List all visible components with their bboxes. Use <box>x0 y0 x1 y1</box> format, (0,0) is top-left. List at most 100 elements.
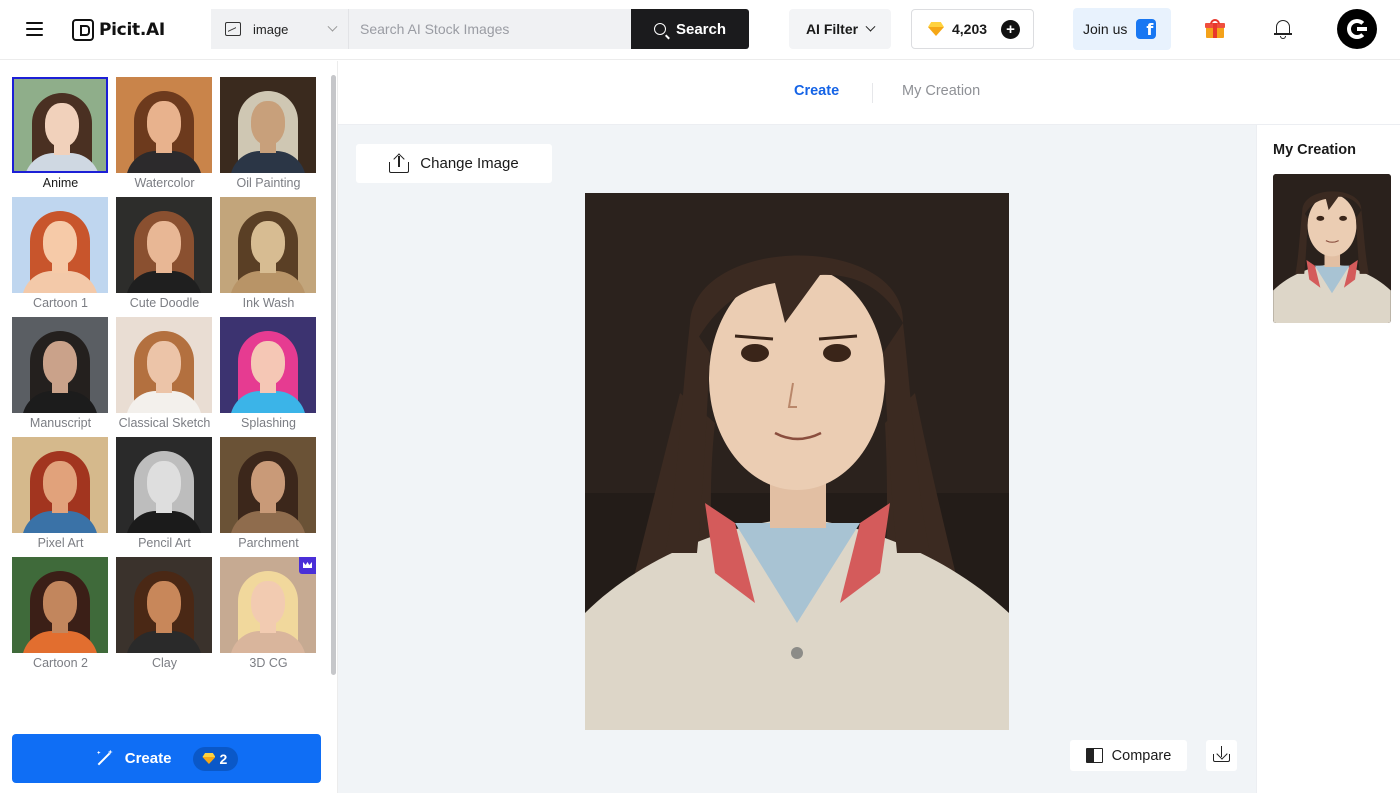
creation-thumbnail-image <box>1273 174 1391 323</box>
style-option-3d-cg[interactable]: 3D CG <box>219 557 316 670</box>
join-us-button[interactable]: Join us f <box>1073 8 1171 50</box>
magic-wand-icon <box>95 749 113 768</box>
change-image-button[interactable]: Change Image <box>356 144 552 183</box>
gem-icon <box>202 753 215 764</box>
style-option-splashing[interactable]: Splashing <box>219 317 316 430</box>
tab-my-creation[interactable]: My Creation <box>902 83 980 99</box>
compare-icon <box>1085 748 1103 763</box>
my-creation-title: My Creation <box>1273 142 1356 158</box>
chevron-down-icon <box>327 21 338 32</box>
style-option-anime[interactable]: Anime <box>11 77 108 190</box>
style-option-pencil-art[interactable]: Pencil Art <box>115 437 212 550</box>
search-input[interactable] <box>349 9 631 49</box>
user-avatar[interactable] <box>1337 9 1377 49</box>
style-label: Cartoon 1 <box>33 296 88 310</box>
search-bar: image Search <box>211 9 749 49</box>
style-option-clay[interactable]: Clay <box>115 557 212 670</box>
style-option-watercolor[interactable]: Watercolor <box>115 77 212 190</box>
premium-crown-icon <box>299 557 316 574</box>
tab-divider <box>872 83 873 103</box>
compare-label: Compare <box>1111 747 1172 764</box>
style-thumbnail <box>116 77 212 173</box>
style-thumbnail <box>12 197 108 293</box>
style-label: Cute Doodle <box>129 296 200 310</box>
style-label: Pencil Art <box>138 536 191 550</box>
style-option-pixel-art[interactable]: Pixel Art <box>11 437 108 550</box>
logo[interactable]: Picit.AI <box>72 16 165 44</box>
sidebar-scrollbar[interactable] <box>331 75 336 675</box>
style-label: Cartoon 2 <box>33 656 88 670</box>
chevron-down-icon <box>865 21 876 32</box>
generated-image <box>585 193 1009 730</box>
download-button[interactable] <box>1206 740 1237 771</box>
join-us-label: Join us <box>1083 21 1128 37</box>
style-label: Oil Painting <box>236 176 301 190</box>
style-sidebar: Anime Watercolor Oil Painting Cartoon 1 Cute… <box>0 61 338 793</box>
style-option-oil-painting[interactable]: Oil Painting <box>219 77 316 190</box>
create-cost-badge: 2 <box>193 746 239 771</box>
credits-value: 4,203 <box>952 21 988 37</box>
style-label: 3D CG <box>249 656 288 670</box>
logo-text: Picit.AI <box>99 20 165 40</box>
gift-icon[interactable] <box>1205 19 1225 38</box>
creation-thumbnail[interactable] <box>1273 174 1391 323</box>
ai-filter-label: AI Filter <box>805 21 859 37</box>
style-option-cute-doodle[interactable]: Cute Doodle <box>115 197 212 310</box>
tab-create[interactable]: Create <box>794 83 839 99</box>
search-icon <box>653 23 666 35</box>
style-thumbnail <box>12 317 108 413</box>
style-label: Pixel Art <box>37 536 84 550</box>
style-thumbnail <box>220 197 316 293</box>
search-type-dropdown[interactable]: image <box>211 9 349 49</box>
style-option-cartoon-1[interactable]: Cartoon 1 <box>11 197 108 310</box>
style-label: Ink Wash <box>242 296 295 310</box>
create-cost-value: 2 <box>219 750 228 767</box>
style-label: Manuscript <box>29 416 92 430</box>
create-button[interactable]: Create 2 <box>12 734 321 783</box>
ai-filter-dropdown[interactable]: AI Filter <box>789 9 891 49</box>
style-option-manuscript[interactable]: Manuscript <box>11 317 108 430</box>
style-label: Splashing <box>241 416 296 430</box>
style-label: Anime <box>42 176 79 190</box>
style-thumbnail <box>220 557 316 653</box>
style-thumbnail <box>220 317 316 413</box>
style-option-cartoon-2[interactable]: Cartoon 2 <box>11 557 108 670</box>
image-icon <box>225 22 241 36</box>
create-button-label: Create <box>124 750 172 767</box>
style-label: Clay <box>151 656 177 670</box>
style-thumbnail <box>116 437 212 533</box>
style-thumbnail <box>116 197 212 293</box>
search-type-value: image <box>253 21 289 37</box>
top-header: Picit.AI image Search AI Filter 4,203 + … <box>0 0 1400 60</box>
upload-icon <box>389 152 410 173</box>
facebook-icon: f <box>1136 19 1157 39</box>
compare-button[interactable]: Compare <box>1070 740 1187 771</box>
style-thumbnail <box>220 77 316 173</box>
credits-balance[interactable]: 4,203 + <box>911 9 1034 49</box>
style-thumbnail <box>116 557 212 653</box>
add-credits-icon[interactable]: + <box>1001 19 1021 39</box>
main-area: Create My Creation Change Image Compare … <box>338 61 1400 793</box>
style-option-parchment[interactable]: Parchment <box>219 437 316 550</box>
style-option-classical-sketch[interactable]: Classical Sketch <box>115 317 212 430</box>
style-option-ink-wash[interactable]: Ink Wash <box>219 197 316 310</box>
gem-icon <box>928 22 944 36</box>
search-button-label: Search <box>675 20 727 38</box>
my-creation-panel: My Creation <box>1256 125 1400 793</box>
anime-portrait-illustration <box>585 193 1009 730</box>
style-label: Parchment <box>238 536 299 550</box>
hamburger-menu-icon[interactable] <box>22 18 48 42</box>
style-thumbnail <box>12 557 108 653</box>
style-label: Classical Sketch <box>118 416 211 430</box>
workspace-canvas: Change Image Compare <box>338 125 1256 793</box>
style-thumbnail <box>12 437 108 533</box>
notification-bell-icon[interactable] <box>1274 19 1292 39</box>
search-button[interactable]: Search <box>631 9 749 49</box>
style-label: Watercolor <box>134 176 195 190</box>
tab-bar: Create My Creation <box>338 61 1400 125</box>
change-image-label: Change Image <box>420 155 519 172</box>
style-thumbnail <box>116 317 212 413</box>
style-thumbnail <box>220 437 316 533</box>
style-thumbnail <box>12 77 108 173</box>
picit-logo-icon <box>72 19 94 41</box>
